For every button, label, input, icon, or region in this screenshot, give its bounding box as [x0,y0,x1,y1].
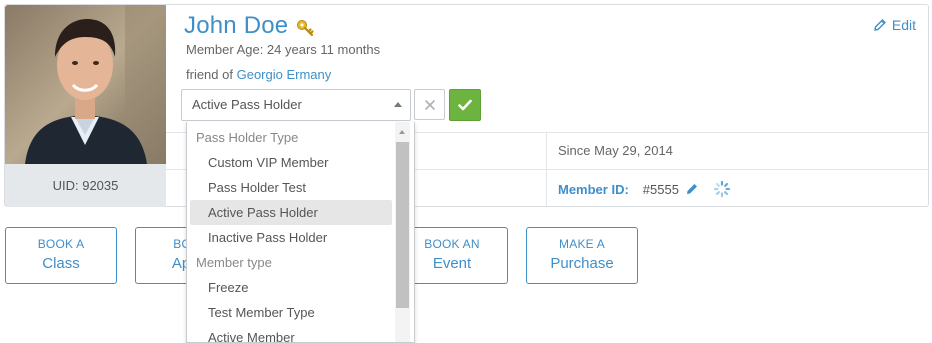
dropdown-option-selected[interactable]: Active Pass Holder [190,200,392,225]
dropdown-group-label: Member type [196,255,272,270]
make-purchase-button[interactable]: MAKE A Purchase [526,227,638,284]
member-name: John Doe [184,12,289,39]
dropdown-option[interactable]: Inactive Pass Holder [190,225,392,250]
pencil-icon [874,19,886,31]
dropdown-list: Pass Holder Type Custom VIP Member Pass … [187,125,394,342]
confirm-button[interactable] [449,89,481,121]
check-icon [458,99,472,111]
dropdown-option[interactable]: Test Member Type [190,300,392,325]
member-since: Since May 29, 2014 [558,143,673,158]
dropdown-scrollbar[interactable] [395,122,410,342]
cancel-button[interactable] [414,89,445,120]
status-select-value: Active Pass Holder [192,97,302,112]
action-line1: BOOK A [37,237,85,251]
member-age: Member Age: 24 years 11 months [186,42,381,57]
action-line1: MAKE A [559,237,605,251]
edit-button[interactable]: Edit [873,17,916,33]
uid-label: UID: 92035 [5,164,166,207]
member-id: Member ID: #5555 [558,180,731,198]
friend-of: friend of Georgio Ermany [186,67,331,82]
dropdown-option[interactable]: Pass Holder Test [190,175,392,200]
scroll-up-icon[interactable] [399,130,405,134]
scrollbar-thumb[interactable] [396,142,409,308]
close-icon [424,99,435,110]
status-select[interactable]: Active Pass Holder [181,89,411,121]
friend-link[interactable]: Georgio Ermany [237,67,332,82]
dropdown-option[interactable]: Active Member [190,325,392,342]
book-class-button[interactable]: BOOK A Class [5,227,117,284]
action-line2: Purchase [550,255,614,272]
member-id-value: #5555 [642,181,679,197]
divider [546,132,547,207]
friend-prefix: friend of [186,67,233,82]
key-icon [295,18,315,38]
dropdown-option[interactable]: Freeze [190,275,392,300]
status-dropdown: Pass Holder Type Custom VIP Member Pass … [186,122,415,343]
member-id-label: Member ID: [558,181,629,197]
dropdown-option[interactable]: Custom VIP Member [190,150,392,175]
spinner-icon [713,180,731,198]
action-line2: Class [42,255,80,272]
caret-up-icon [394,102,402,107]
dropdown-group-label: Pass Holder Type [196,130,299,145]
pencil-icon[interactable] [685,182,699,196]
member-photo [5,5,166,164]
edit-label: Edit [891,17,916,33]
